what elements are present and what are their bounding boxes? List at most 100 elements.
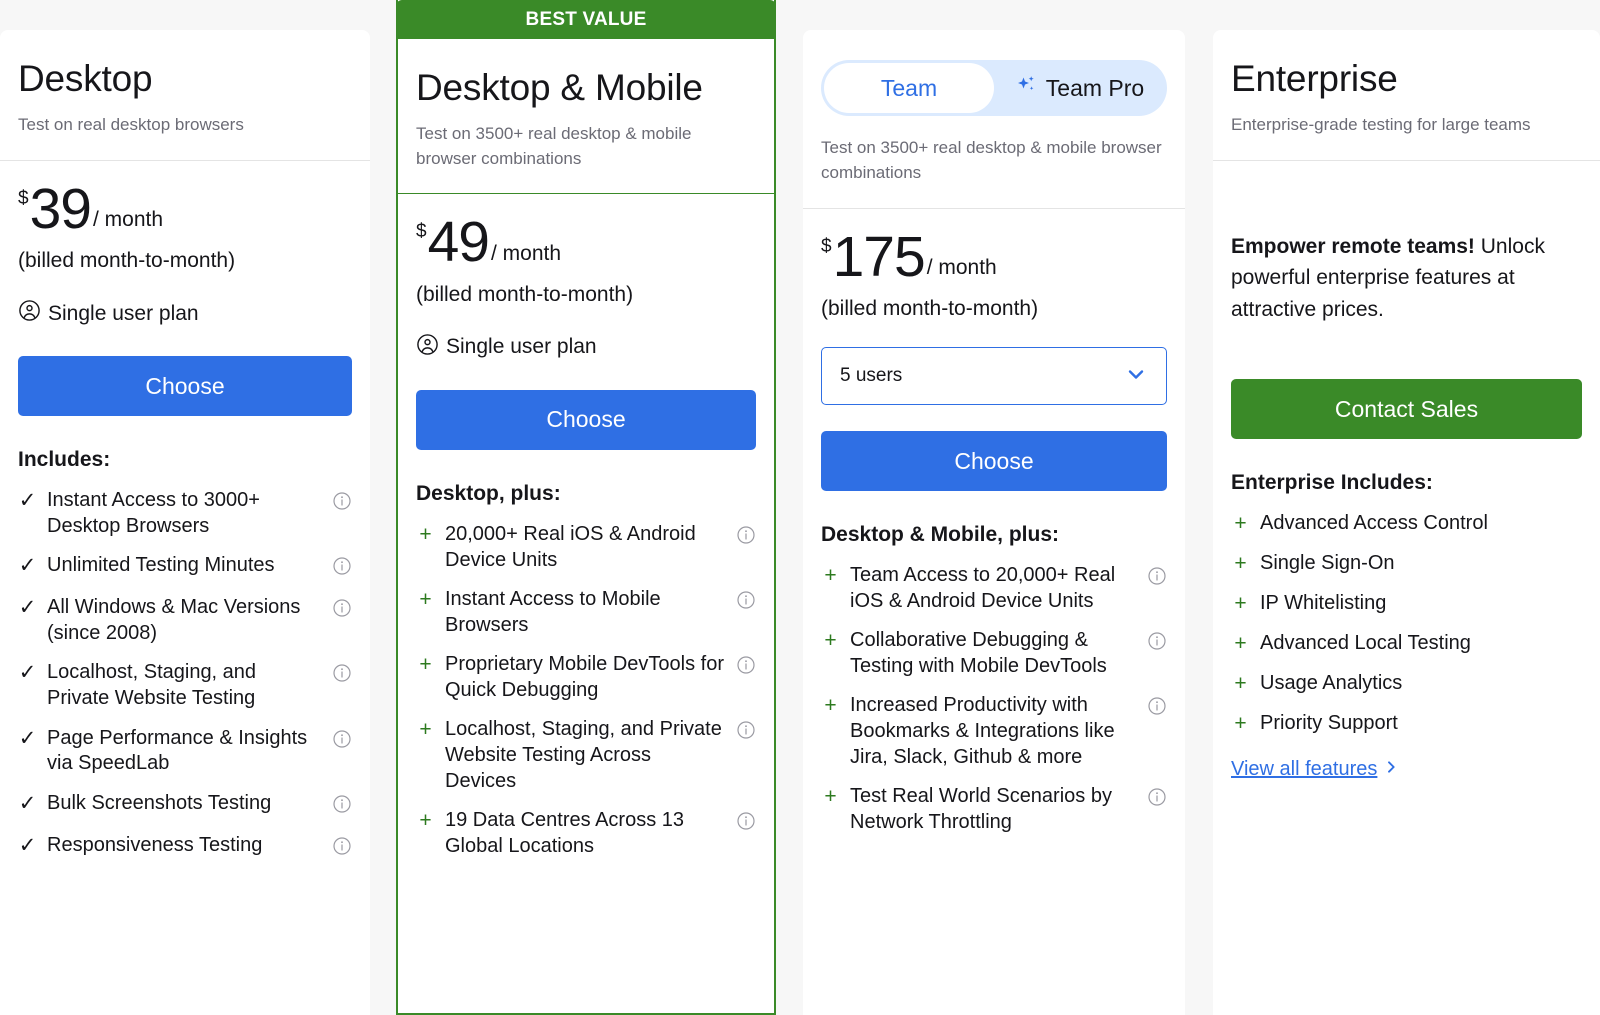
currency-symbol: $ bbox=[18, 187, 29, 209]
info-icon[interactable] bbox=[1147, 566, 1167, 591]
plan-subtitle: Test on 3500+ real desktop & mobile brow… bbox=[416, 123, 692, 168]
view-all-features-label: View all features bbox=[1231, 758, 1378, 781]
list-item: + Priority Support bbox=[1231, 711, 1582, 738]
list-item: ✓ Instant Access to 3000+ Desktop Browse… bbox=[18, 488, 352, 539]
plan-subtitle: Test on real desktop browsers bbox=[18, 114, 244, 134]
list-item: + Usage Analytics bbox=[1231, 671, 1582, 698]
plan-subtitle: Enterprise-grade testing for large teams bbox=[1231, 114, 1531, 134]
info-icon[interactable] bbox=[736, 590, 756, 615]
info-icon[interactable] bbox=[332, 729, 352, 754]
price-amount: 175 bbox=[832, 224, 926, 289]
plus-icon: + bbox=[1234, 711, 1247, 735]
info-icon[interactable] bbox=[1147, 787, 1167, 812]
seats-dropdown-value: 5 users bbox=[840, 365, 903, 387]
page-title: Enterprise bbox=[1231, 58, 1398, 99]
list-item: + Increased Productivity with Bookmarks … bbox=[821, 693, 1167, 770]
info-icon[interactable] bbox=[1147, 631, 1167, 656]
price-amount: 39 bbox=[29, 176, 92, 241]
choose-button-desktop[interactable]: Choose bbox=[18, 356, 352, 417]
contact-sales-button[interactable]: Contact Sales bbox=[1231, 379, 1582, 440]
user-circle-icon bbox=[18, 299, 41, 328]
plan-header: Desktop & Mobile Test on 3500+ real desk… bbox=[398, 39, 774, 195]
info-icon[interactable] bbox=[1147, 696, 1167, 721]
feature-label: Usage Analytics bbox=[1260, 671, 1403, 694]
feature-label: All Windows & Mac Versions (since 2008) bbox=[47, 596, 301, 644]
view-all-features-link[interactable]: View all features bbox=[1231, 758, 1399, 781]
enterprise-pitch: Empower remote teams! Unlock powerful en… bbox=[1231, 183, 1582, 326]
plus-icon: + bbox=[824, 785, 837, 809]
list-item: ✓ Page Performance & Insights via SpeedL… bbox=[18, 726, 352, 777]
feature-label: Team Access to 20,000+ Real iOS & Androi… bbox=[850, 564, 1116, 612]
info-icon[interactable] bbox=[332, 491, 352, 516]
feature-label: Priority Support bbox=[1260, 711, 1398, 734]
info-icon[interactable] bbox=[332, 598, 352, 623]
plan-body: $ 175 / month (billed month-to-month) 5 … bbox=[803, 209, 1185, 836]
features-heading: Desktop & Mobile, plus: bbox=[821, 523, 1060, 547]
plus-icon: + bbox=[419, 588, 432, 612]
tab-team-pro[interactable]: Team Pro bbox=[994, 63, 1164, 113]
plan-card-desktop-mobile: Desktop & Mobile Test on 3500+ real desk… bbox=[396, 0, 776, 1015]
team-plan-toggle[interactable]: Team Team Pro bbox=[821, 60, 1167, 116]
list-item: + 20,000+ Real iOS & Android Device Unit… bbox=[416, 522, 756, 573]
info-icon[interactable] bbox=[332, 663, 352, 688]
list-item: + Instant Access to Mobile Browsers bbox=[416, 587, 756, 638]
list-item: ✓ Bulk Screenshots Testing bbox=[18, 791, 352, 819]
plus-icon: + bbox=[824, 629, 837, 653]
feature-label: IP Whitelisting bbox=[1260, 591, 1387, 614]
currency-symbol: $ bbox=[821, 235, 832, 257]
page-title: Desktop & Mobile bbox=[416, 67, 703, 108]
info-icon[interactable] bbox=[736, 811, 756, 836]
feature-list: + Advanced Access Control + Single Sign-… bbox=[1231, 511, 1582, 737]
plus-icon: + bbox=[1234, 591, 1247, 615]
choose-button-team[interactable]: Choose bbox=[821, 431, 1167, 492]
price-display: $ 49 / month bbox=[416, 210, 756, 275]
billing-note: (billed month-to-month) bbox=[416, 282, 634, 306]
plan-header: Enterprise Enterprise-grade testing for … bbox=[1213, 30, 1600, 161]
info-icon[interactable] bbox=[332, 836, 352, 861]
plus-icon: + bbox=[1234, 552, 1247, 576]
billing-note: (billed month-to-month) bbox=[821, 297, 1039, 321]
plus-icon: + bbox=[824, 564, 837, 588]
feature-label: Bulk Screenshots Testing bbox=[47, 791, 272, 814]
plan-body: $ 49 / month (billed month-to-month) Sin… bbox=[398, 194, 774, 859]
plus-icon: + bbox=[1234, 512, 1247, 536]
plan-card-enterprise: Enterprise Enterprise-grade testing for … bbox=[1213, 30, 1600, 1015]
tab-team-pro-label: Team Pro bbox=[1045, 74, 1145, 101]
currency-symbol: $ bbox=[416, 221, 427, 243]
feature-label: Unlimited Testing Minutes bbox=[47, 554, 275, 577]
user-circle-icon bbox=[416, 333, 439, 362]
feature-label: Advanced Local Testing bbox=[1260, 631, 1471, 654]
page-title: Desktop bbox=[18, 58, 153, 99]
plan-body: Empower remote teams! Unlock powerful en… bbox=[1213, 161, 1600, 782]
list-item: + Collaborative Debugging & Testing with… bbox=[821, 628, 1167, 679]
check-icon: ✓ bbox=[18, 661, 37, 685]
check-icon: ✓ bbox=[18, 833, 37, 857]
info-icon[interactable] bbox=[736, 720, 756, 745]
price-display: $ 39 / month bbox=[18, 176, 352, 241]
plan-subtitle: Test on 3500+ real desktop & mobile brow… bbox=[821, 138, 1162, 182]
feature-label: Responsiveness Testing bbox=[47, 833, 263, 856]
tab-team[interactable]: Team bbox=[824, 63, 994, 113]
plan-card-desktop: Desktop Test on real desktop browsers $ … bbox=[0, 30, 370, 1015]
plan-body: $ 39 / month (billed month-to-month) Sin… bbox=[0, 161, 370, 861]
info-icon[interactable] bbox=[332, 556, 352, 581]
plan-header: Desktop Test on real desktop browsers bbox=[0, 30, 370, 161]
list-item: + 19 Data Centres Across 13 Global Locat… bbox=[416, 808, 756, 859]
single-user-label: Single user plan bbox=[48, 301, 199, 325]
price-period: / month bbox=[92, 208, 164, 232]
price-amount: 49 bbox=[427, 210, 490, 275]
seats-dropdown[interactable]: 5 users bbox=[821, 347, 1167, 406]
price-period: / month bbox=[926, 256, 997, 280]
feature-label: 19 Data Centres Across 13 Global Locatio… bbox=[445, 809, 685, 857]
plus-icon: + bbox=[824, 694, 837, 718]
single-user-note: Single user plan bbox=[416, 333, 756, 362]
feature-label: Instant Access to 3000+ Desktop Browsers bbox=[47, 489, 260, 537]
choose-button-desktop-mobile[interactable]: Choose bbox=[416, 389, 756, 450]
info-icon[interactable] bbox=[332, 794, 352, 819]
plus-icon: + bbox=[419, 653, 432, 677]
plan-header: Team Team Pro Test on 3500+ real desktop… bbox=[803, 30, 1185, 209]
info-icon[interactable] bbox=[736, 525, 756, 550]
info-icon[interactable] bbox=[736, 655, 756, 680]
feature-label: Proprietary Mobile DevTools for Quick De… bbox=[445, 653, 724, 701]
list-item: + Advanced Access Control bbox=[1231, 511, 1582, 538]
